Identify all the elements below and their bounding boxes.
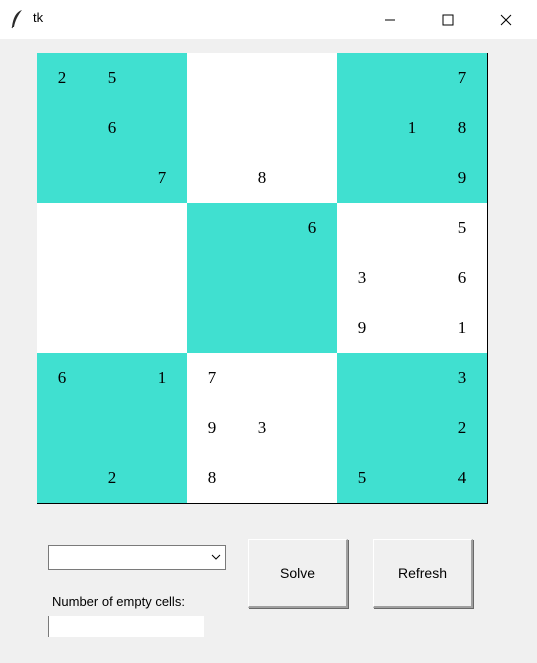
sudoku-cell[interactable] <box>37 303 88 354</box>
sudoku-cell[interactable] <box>337 353 388 404</box>
sudoku-cell[interactable] <box>37 403 88 454</box>
sudoku-cell[interactable] <box>137 403 188 454</box>
minimize-icon <box>385 19 395 20</box>
sudoku-cell[interactable] <box>237 353 288 404</box>
sudoku-cell[interactable] <box>387 353 438 404</box>
sudoku-cell[interactable]: 1 <box>437 303 488 354</box>
sudoku-cell[interactable]: 2 <box>437 403 488 454</box>
sudoku-cell[interactable]: 7 <box>437 53 488 104</box>
sudoku-cell[interactable] <box>37 253 88 304</box>
maximize-icon <box>442 14 454 25</box>
sudoku-cell[interactable]: 2 <box>87 453 138 504</box>
sudoku-cell[interactable] <box>37 103 88 154</box>
solve-button[interactable]: Solve <box>248 539 348 608</box>
sudoku-cell[interactable] <box>87 153 138 204</box>
sudoku-cell[interactable] <box>287 303 338 354</box>
sudoku-cell[interactable] <box>237 203 288 254</box>
sudoku-cell[interactable]: 6 <box>87 103 138 154</box>
sudoku-cell[interactable]: 9 <box>437 153 488 204</box>
sudoku-cell[interactable] <box>87 253 138 304</box>
sudoku-cell[interactable]: 8 <box>437 103 488 154</box>
sudoku-cell[interactable]: 9 <box>337 303 388 354</box>
sudoku-cell[interactable]: 3 <box>237 403 288 454</box>
sudoku-cell[interactable]: 9 <box>187 403 238 454</box>
close-button[interactable] <box>477 0 535 39</box>
sudoku-cell[interactable] <box>337 103 388 154</box>
close-icon <box>500 14 512 25</box>
sudoku-cell[interactable] <box>237 453 288 504</box>
sudoku-cell[interactable] <box>387 453 438 504</box>
sudoku-cell[interactable] <box>287 403 338 454</box>
sudoku-cell[interactable] <box>387 153 438 204</box>
sudoku-cell[interactable]: 7 <box>137 153 188 204</box>
sudoku-cell[interactable]: 6 <box>37 353 88 404</box>
sudoku-cell[interactable] <box>337 203 388 254</box>
sudoku-cell[interactable] <box>37 153 88 204</box>
sudoku-cell[interactable] <box>337 153 388 204</box>
sudoku-cell[interactable] <box>287 353 338 404</box>
sudoku-cell[interactable]: 5 <box>437 203 488 254</box>
sudoku-cell[interactable] <box>387 303 438 354</box>
sudoku-cell[interactable] <box>237 303 288 354</box>
title-bar: tk <box>0 0 537 39</box>
sudoku-cell[interactable]: 7 <box>187 353 238 404</box>
minimize-button[interactable] <box>361 0 419 39</box>
sudoku-cell[interactable] <box>187 203 238 254</box>
sudoku-cell[interactable] <box>337 53 388 104</box>
sudoku-cell[interactable] <box>287 53 338 104</box>
sudoku-cell[interactable] <box>237 103 288 154</box>
sudoku-cell[interactable]: 3 <box>437 353 488 404</box>
sudoku-cell[interactable] <box>87 353 138 404</box>
sudoku-cell[interactable]: 1 <box>387 103 438 154</box>
sudoku-cell[interactable] <box>387 53 438 104</box>
sudoku-cell[interactable] <box>237 53 288 104</box>
empty-cells-label: Number of empty cells: <box>52 594 185 609</box>
sudoku-cell[interactable] <box>187 103 238 154</box>
sudoku-cell[interactable] <box>237 253 288 304</box>
sudoku-cell[interactable] <box>187 303 238 354</box>
sudoku-cell[interactable]: 8 <box>187 453 238 504</box>
sudoku-cell[interactable] <box>87 203 138 254</box>
sudoku-cell[interactable] <box>387 253 438 304</box>
sudoku-cell[interactable]: 3 <box>337 253 388 304</box>
sudoku-cell[interactable] <box>37 453 88 504</box>
sudoku-cell[interactable] <box>137 303 188 354</box>
sudoku-cell[interactable]: 5 <box>337 453 388 504</box>
sudoku-cell[interactable] <box>87 303 138 354</box>
sudoku-cell[interactable] <box>287 453 338 504</box>
empty-cells-field[interactable] <box>48 616 204 637</box>
sudoku-cell[interactable] <box>187 153 238 204</box>
sudoku-cell[interactable]: 4 <box>437 453 488 504</box>
sudoku-cell[interactable] <box>87 403 138 454</box>
sudoku-cell[interactable] <box>137 203 188 254</box>
difficulty-select[interactable] <box>48 545 226 570</box>
sudoku-cell[interactable]: 5 <box>87 53 138 104</box>
sudoku-cell[interactable] <box>387 403 438 454</box>
sudoku-cell[interactable] <box>137 453 188 504</box>
sudoku-cell[interactable]: 2 <box>37 53 88 104</box>
maximize-button[interactable] <box>419 0 477 39</box>
feather-icon <box>11 10 22 29</box>
sudoku-cell[interactable] <box>37 203 88 254</box>
sudoku-cell[interactable] <box>187 253 238 304</box>
sudoku-cell[interactable]: 1 <box>137 353 188 404</box>
sudoku-cell[interactable] <box>287 103 338 154</box>
sudoku-cell[interactable] <box>287 253 338 304</box>
refresh-button[interactable]: Refresh <box>373 539 473 608</box>
sudoku-cell[interactable]: 8 <box>237 153 288 204</box>
sudoku-cell[interactable] <box>137 253 188 304</box>
sudoku-cell[interactable] <box>137 103 188 154</box>
sudoku-cell[interactable] <box>337 403 388 454</box>
sudoku-cell[interactable] <box>287 153 338 204</box>
sudoku-board: 25761878965369161739322854 <box>37 53 488 504</box>
sudoku-cell[interactable]: 6 <box>437 253 488 304</box>
window-title: tk <box>33 10 44 25</box>
sudoku-cell[interactable] <box>187 53 238 104</box>
sudoku-cell[interactable] <box>387 203 438 254</box>
sudoku-cell[interactable] <box>137 53 188 104</box>
chevron-down-icon <box>211 554 221 560</box>
sudoku-cell[interactable]: 6 <box>287 203 338 254</box>
